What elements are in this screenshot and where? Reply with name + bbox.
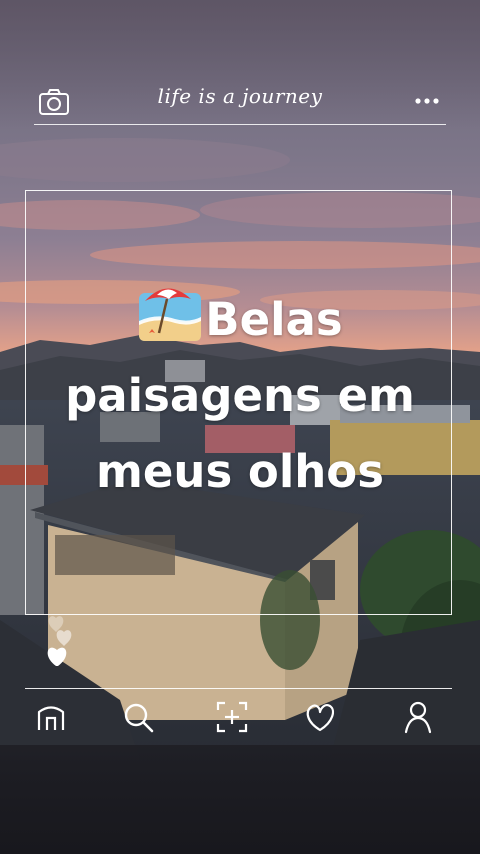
caption-text-1: Belas [205, 293, 343, 346]
caption-line-1: Belas [30, 282, 450, 358]
home-icon[interactable] [34, 700, 68, 734]
app-title: life is a journey [157, 84, 323, 108]
caption-line-3: meus olhos [96, 445, 384, 498]
nav-divider [25, 688, 452, 689]
heart-icon[interactable] [303, 700, 337, 734]
caption-line-2: paisagens em [65, 369, 415, 422]
add-post-icon[interactable] [215, 700, 249, 734]
floating-hearts-icon[interactable] [40, 610, 80, 670]
more-icon[interactable] [414, 96, 440, 106]
beach-umbrella-icon [139, 288, 202, 341]
search-icon[interactable] [121, 700, 155, 734]
top-vignette [0, 0, 480, 130]
header-divider [34, 124, 446, 125]
story-screen: life is a journey Belas paisagens em meu… [0, 0, 480, 854]
camera-icon[interactable] [38, 88, 70, 116]
post-caption: Belas paisagens em meus olhos [30, 282, 450, 510]
bottom-band [0, 745, 480, 854]
profile-icon[interactable] [401, 700, 435, 734]
